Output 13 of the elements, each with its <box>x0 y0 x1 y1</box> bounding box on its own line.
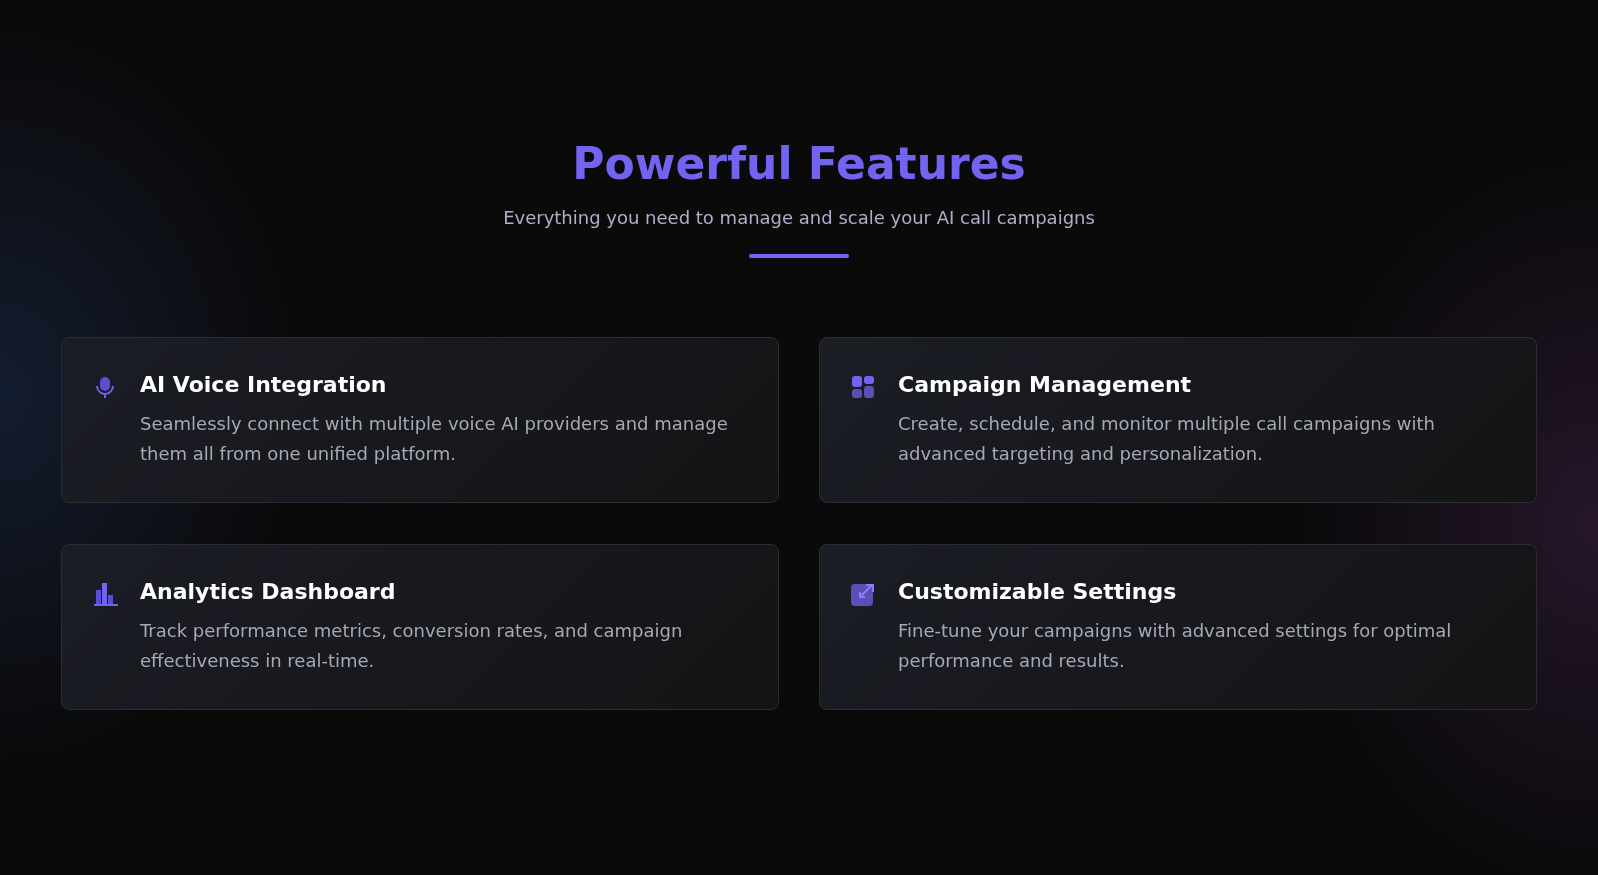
section-subtitle: Everything you need to manage and scale your AI call campaigns <box>503 207 1095 228</box>
feature-description: Seamlessly connect with multiple voice AI providers and manage them all from one unified platform. <box>140 412 729 466</box>
feature-description: Create, schedule, and monitor multiple call campaigns with advanced targeting and personalization. <box>898 412 1436 466</box>
feature-title: AI Voice Integration <box>140 372 388 397</box>
feature-description: Track performance metrics, conversion rates, and campaign effectiveness in real-time. <box>140 619 684 673</box>
feature-description: Fine-tune your campaigns with advanced settings for optimal performance and results. <box>898 619 1453 673</box>
arrow-square-icon <box>850 581 876 607</box>
feature-title: Campaign Management <box>898 372 1193 397</box>
feature-title: Analytics Dashboard <box>140 579 397 604</box>
section-title: Powerful Features <box>572 138 1026 189</box>
feature-title: Customizable Settings <box>898 579 1178 604</box>
bar-chart-icon <box>92 581 118 607</box>
grid-icon <box>850 374 876 400</box>
